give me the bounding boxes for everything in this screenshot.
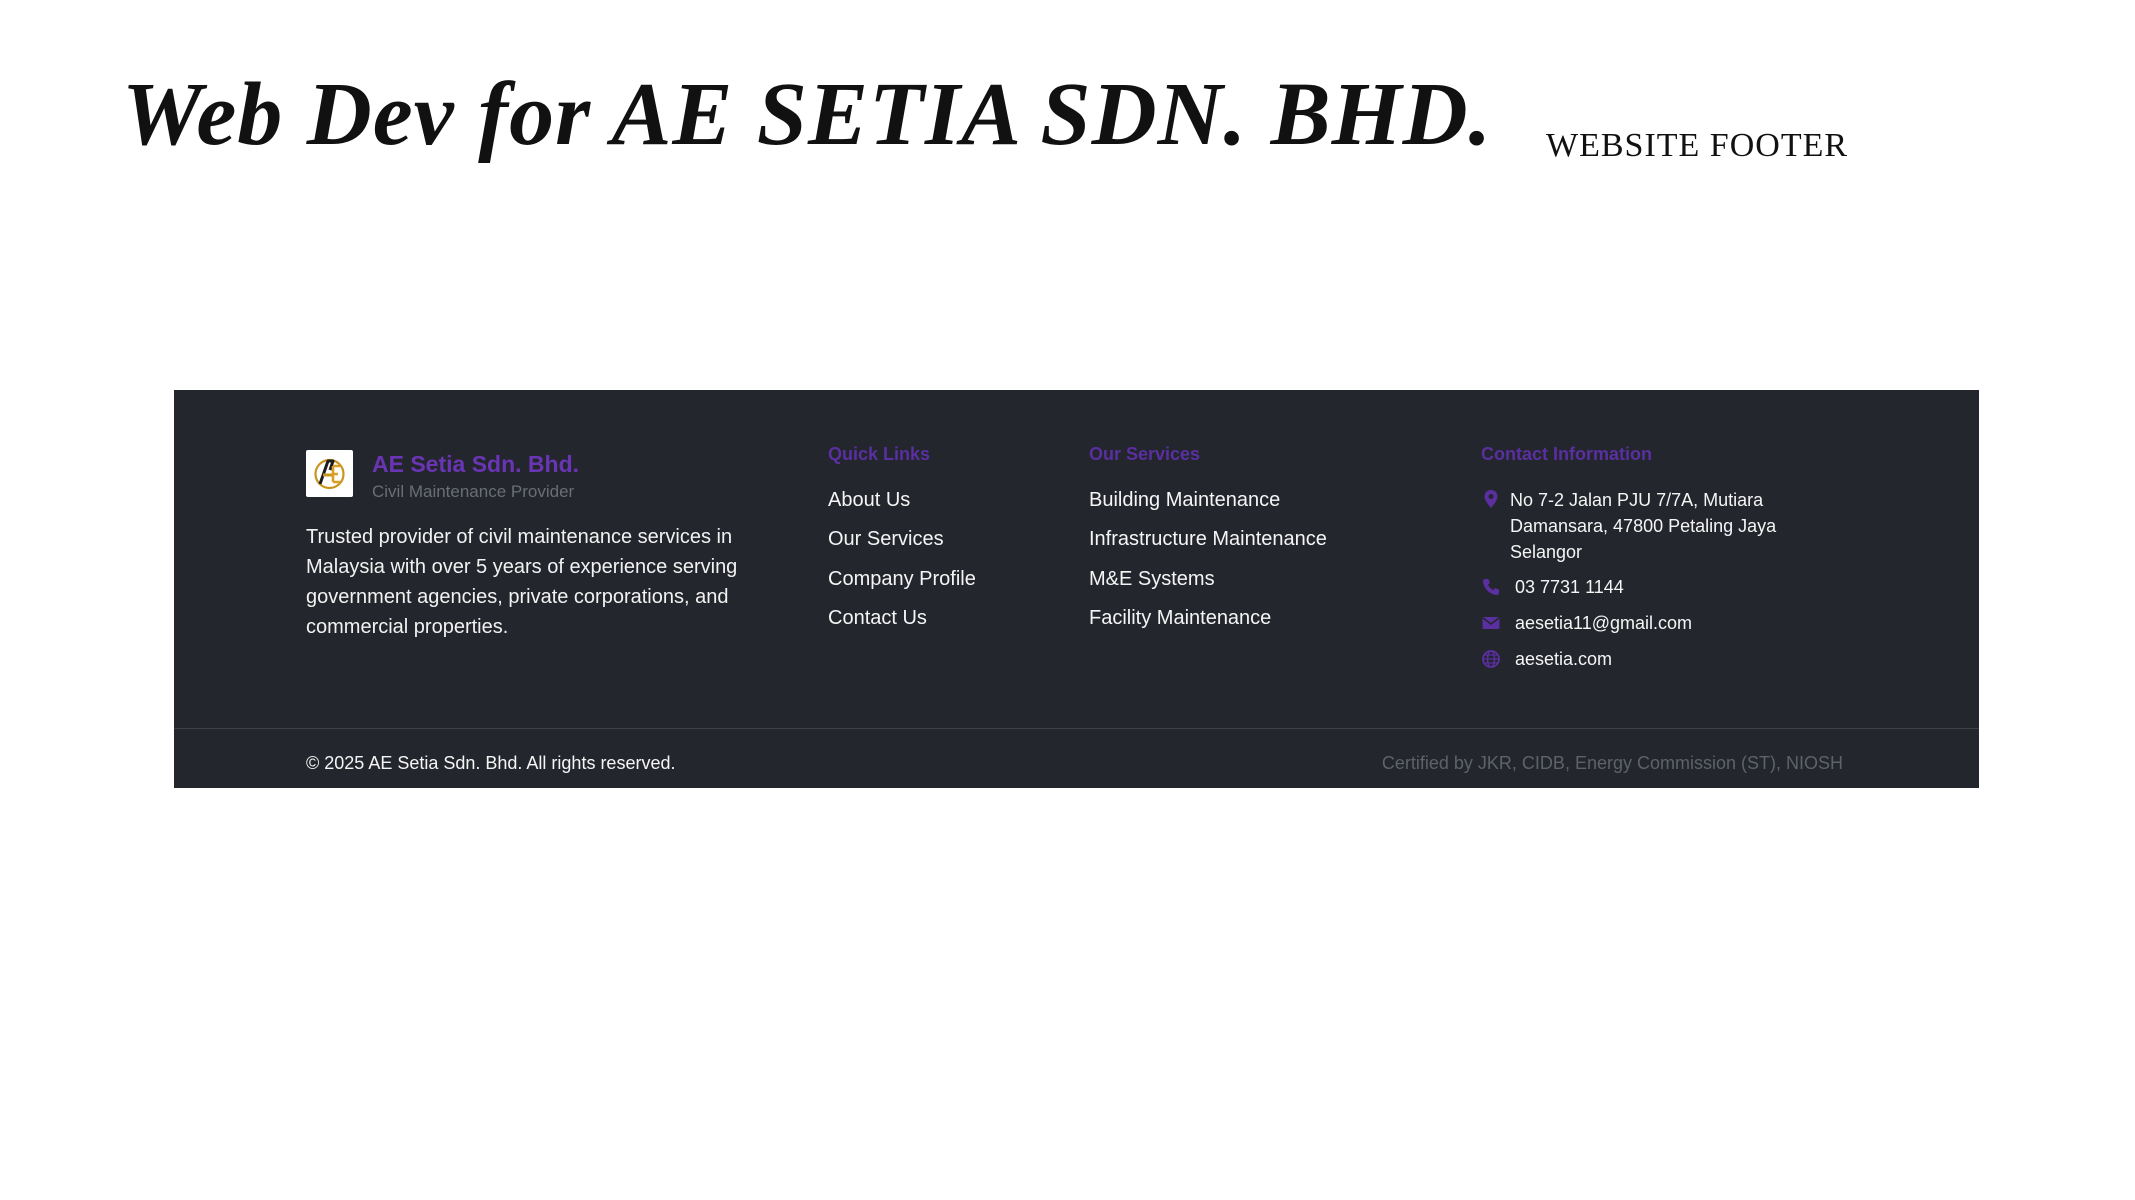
quick-link-contact-us[interactable]: Contact Us xyxy=(828,606,976,645)
mail-icon xyxy=(1481,613,1501,633)
email-text[interactable]: aesetia11@gmail.com xyxy=(1515,613,1692,633)
quick-link-company-profile[interactable]: Company Profile xyxy=(828,567,976,606)
contact-list: No 7-2 Jalan PJU 7/7A, Mutiara Damansara… xyxy=(1481,487,1791,677)
services-heading: Our Services xyxy=(1089,444,1201,464)
service-link-facility-maintenance[interactable]: Facility Maintenance xyxy=(1089,606,1327,645)
footer-divider xyxy=(174,728,1979,729)
contact-address: No 7-2 Jalan PJU 7/7A, Mutiara Damansara… xyxy=(1481,487,1791,565)
quick-link-about-us[interactable]: About Us xyxy=(828,488,976,527)
ae-logo-icon[interactable] xyxy=(306,450,353,497)
globe-icon xyxy=(1481,649,1501,669)
contact-email[interactable]: aesetia11@gmail.com xyxy=(1481,611,1791,647)
quick-link-our-services[interactable]: Our Services xyxy=(828,527,976,566)
certifications-text: Certified by JKR, CIDB, Energy Commissio… xyxy=(1381,753,1843,773)
contact-phone[interactable]: 03 7731 1144 xyxy=(1481,575,1791,611)
company-name[interactable]: AE Setia Sdn. Bhd. xyxy=(372,450,579,478)
slide-subtitle: WEBSITE FOOTER xyxy=(1546,127,1849,164)
service-link-me-systems[interactable]: M&E Systems xyxy=(1089,567,1327,606)
quick-links-list: About Us Our Services Company Profile Co… xyxy=(828,488,976,645)
phone-icon xyxy=(1481,577,1501,597)
service-link-building-maintenance[interactable]: Building Maintenance xyxy=(1089,488,1327,527)
services-list: Building Maintenance Infrastructure Main… xyxy=(1089,488,1327,645)
website-text[interactable]: aesetia.com xyxy=(1515,649,1612,669)
contact-website[interactable]: aesetia.com xyxy=(1481,647,1791,677)
service-link-infrastructure-maintenance[interactable]: Infrastructure Maintenance xyxy=(1089,527,1327,566)
contact-heading: Contact Information xyxy=(1481,444,1652,464)
quick-links-heading: Quick Links xyxy=(828,444,931,464)
address-text: No 7-2 Jalan PJU 7/7A, Mutiara Damansara… xyxy=(1510,490,1777,562)
copyright-text: © 2025 AE Setia Sdn. Bhd. All rights res… xyxy=(306,753,676,773)
slide: Web Dev for AE SETIA SDN. BHD. WEBSITE F… xyxy=(0,0,2135,1200)
slide-title: Web Dev for AE SETIA SDN. BHD. xyxy=(122,65,1493,164)
website-footer: AE Setia Sdn. Bhd. Civil Maintenance Pro… xyxy=(174,390,1979,788)
map-pin-icon xyxy=(1481,489,1501,509)
phone-text[interactable]: 03 7731 1144 xyxy=(1515,577,1624,597)
company-description: Trusted provider of civil maintenance se… xyxy=(306,526,738,638)
company-tagline: Civil Maintenance Provider xyxy=(372,482,575,501)
